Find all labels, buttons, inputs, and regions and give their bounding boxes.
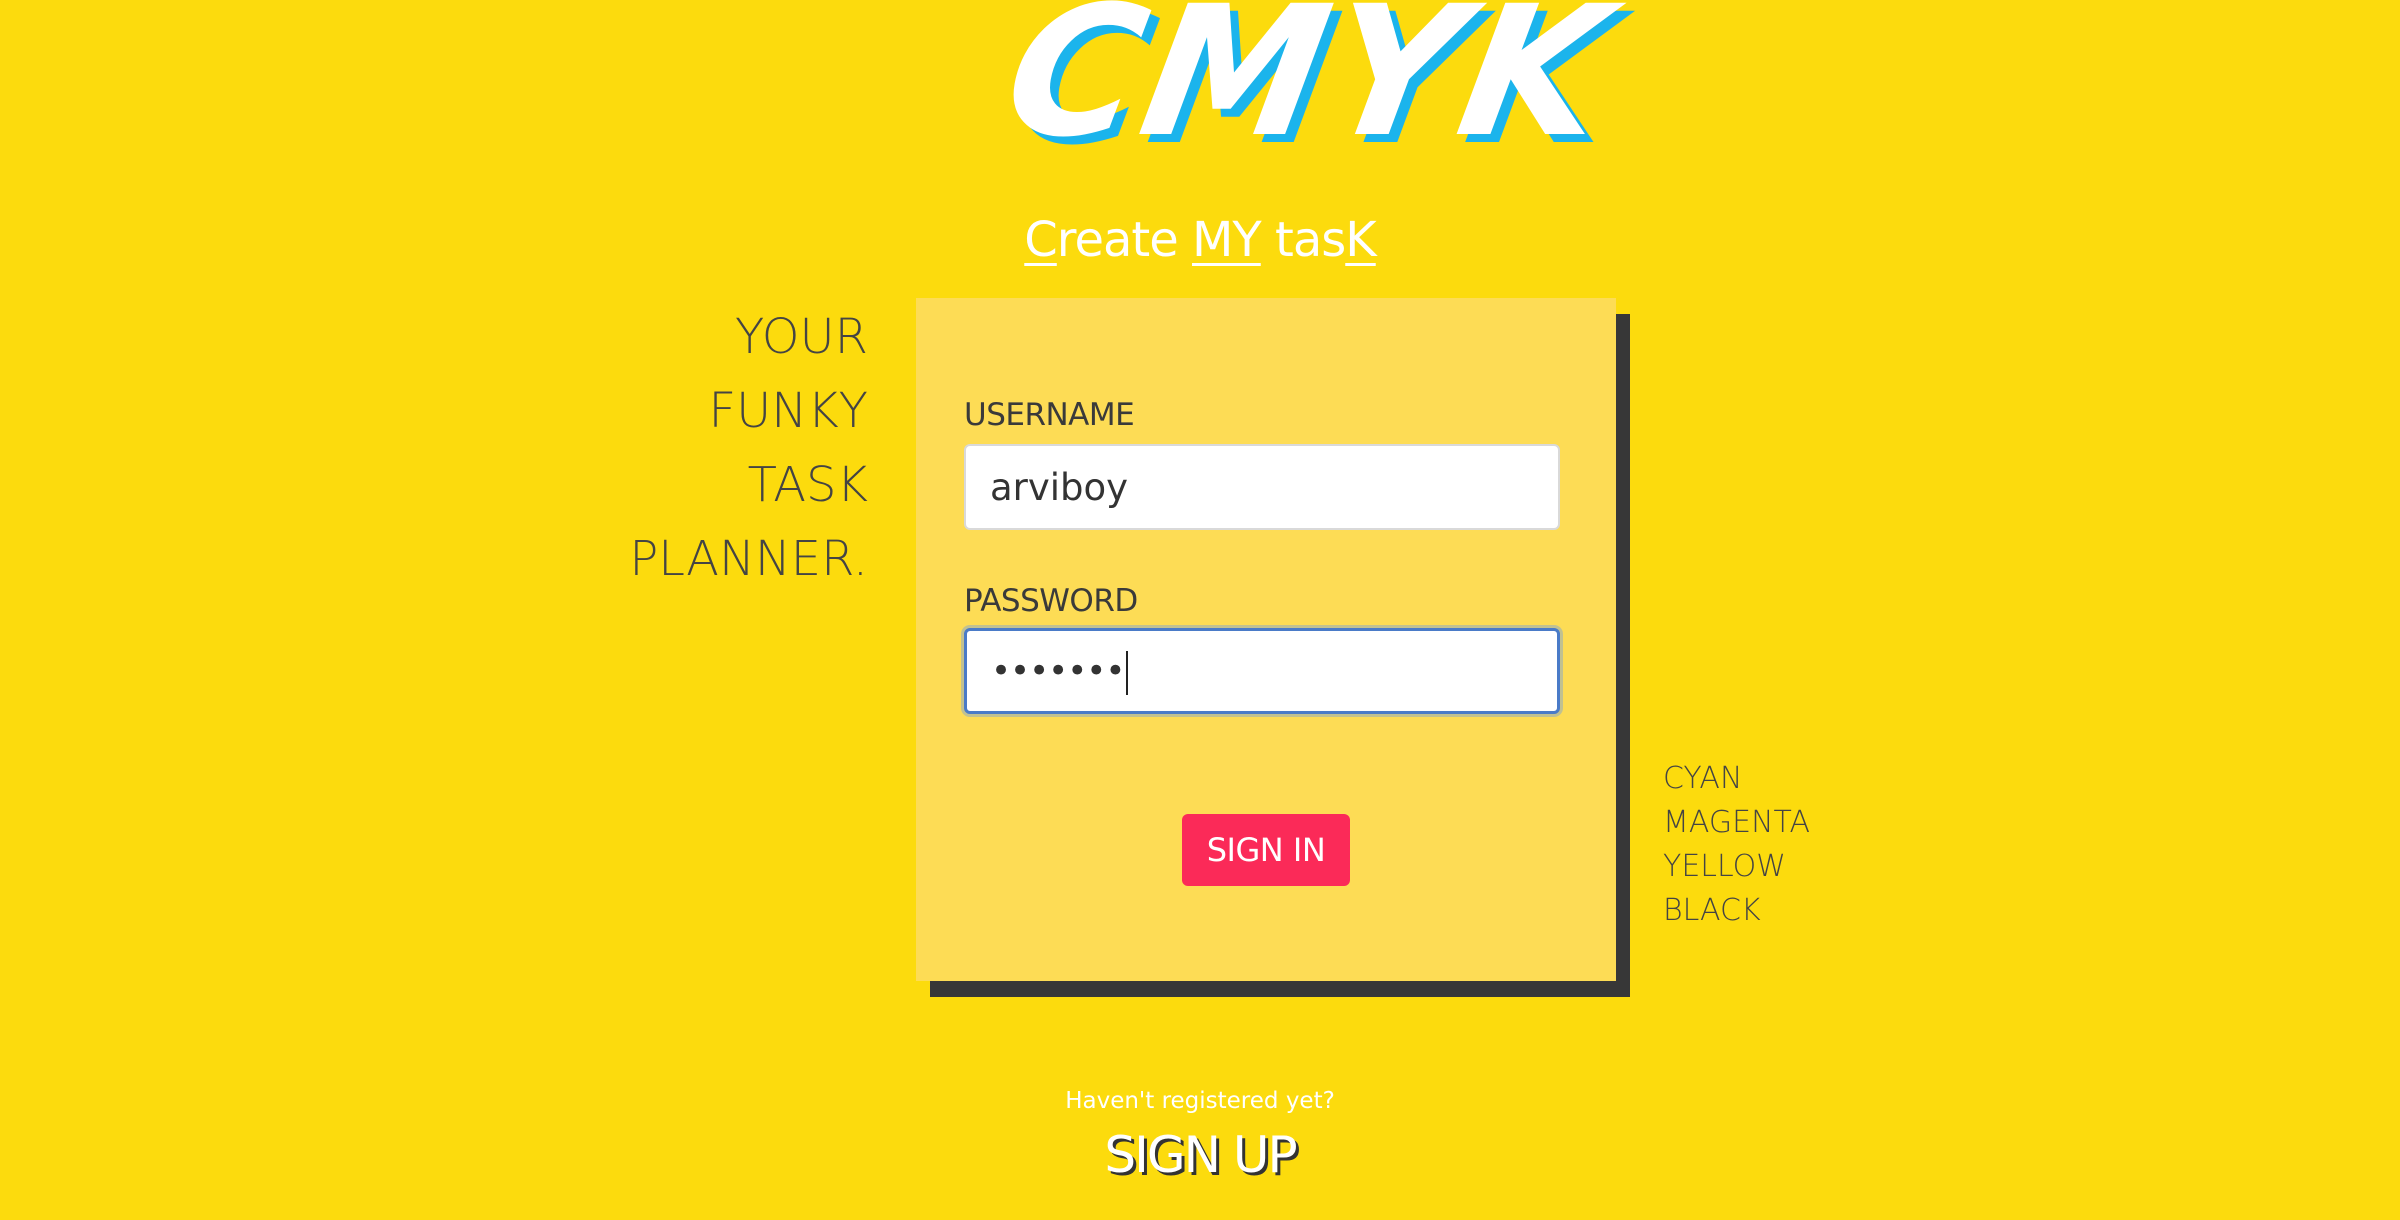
password-label: PASSWORD: [964, 583, 1138, 619]
tagline-k: K: [1345, 212, 1377, 268]
register-prompt: Haven't registered yet?: [1065, 1088, 1335, 1114]
tagline-reate: reate: [1056, 212, 1193, 268]
cmyk-color-list: CYAN MAGENTA YELLOW BLACK: [1663, 757, 1810, 933]
sign-in-button[interactable]: SIGN IN: [1182, 814, 1350, 886]
color-list-item: YELLOW: [1663, 849, 1786, 884]
slogan: YOUR FUNKY TASK PLANNER.: [629, 300, 868, 596]
text-caret: [1126, 650, 1129, 695]
username-input[interactable]: arviboy: [964, 444, 1560, 530]
tagline-tas: tas: [1260, 212, 1346, 268]
color-list-item: BLACK: [1663, 893, 1761, 928]
slogan-line: TASK: [747, 457, 868, 513]
cmyk-logo: CMYK CMYK: [992, 0, 1634, 185]
username-label: USERNAME: [964, 397, 1135, 433]
color-list-item: CYAN: [1663, 761, 1743, 796]
sign-up-label[interactable]: SIGN UP: [1104, 1126, 1297, 1184]
tagline-c: C: [1024, 212, 1058, 268]
slogan-line: PLANNER.: [629, 531, 868, 587]
logo-text: CMYK: [991, 0, 1626, 177]
tagline-my: MY: [1192, 212, 1262, 268]
tagline: Create MY tasK: [0, 205, 2400, 275]
slogan-line: FUNKY: [708, 383, 868, 439]
password-value: •••••••: [991, 651, 1125, 691]
username-value: arviboy: [990, 466, 1129, 509]
password-input[interactable]: •••••••: [964, 628, 1560, 714]
color-list-item: MAGENTA: [1663, 805, 1811, 840]
sign-up-link[interactable]: SIGN UP: [0, 1126, 2400, 1184]
slogan-line: YOUR: [735, 309, 868, 365]
